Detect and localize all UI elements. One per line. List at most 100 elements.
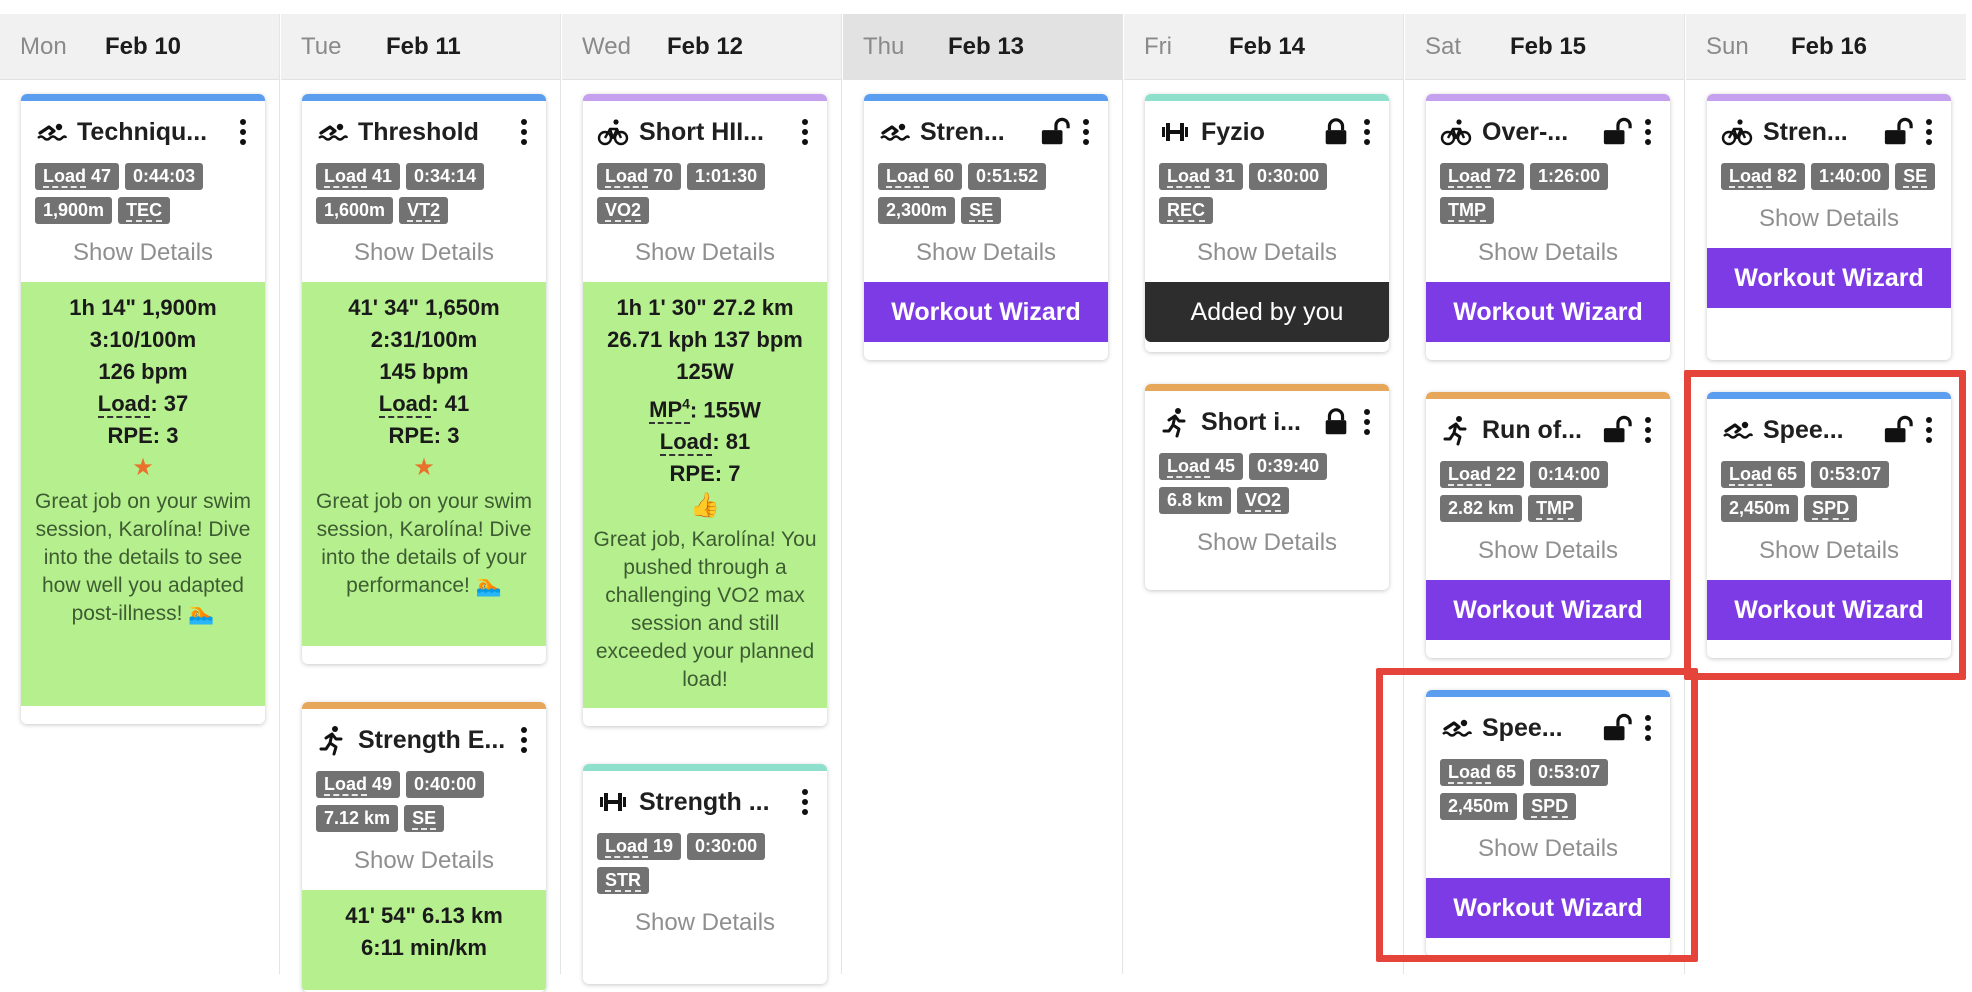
- more-options-icon[interactable]: [1357, 117, 1377, 147]
- day-date: Feb 10: [105, 32, 182, 60]
- completed-summary[interactable]: 1h 14" 1,900m 3:10/100m 126 bpm Load: 37…: [21, 282, 265, 706]
- workout-title[interactable]: Fyzio: [1201, 118, 1315, 147]
- more-options-icon[interactable]: [1638, 117, 1658, 147]
- workout-title[interactable]: Short HII...: [639, 118, 789, 147]
- lock-icon[interactable]: [1321, 117, 1351, 147]
- more-options-icon[interactable]: [233, 117, 253, 147]
- more-options-icon[interactable]: [1076, 117, 1096, 147]
- zone-tag: SE: [404, 805, 445, 832]
- day-of-week: Sun: [1706, 32, 1749, 60]
- workout-tags: Load 41 0:34:14 1,600m VT2: [302, 163, 546, 224]
- workout-card[interactable]: Threshold Load 41 0:34:14 1,600m VT2 Sho…: [302, 94, 546, 664]
- zone-tag: SE: [1895, 163, 1936, 190]
- duration-tag: 0:51:52: [968, 163, 1047, 190]
- workout-card[interactable]: Strength E... Load 49 0:40:00 7.12 km SE…: [302, 702, 546, 992]
- show-details-link[interactable]: Show Details: [1426, 820, 1670, 878]
- distance-tag: 2,450m: [1721, 495, 1799, 522]
- completed-summary[interactable]: 41' 34" 1,650m 2:31/100m 145 bpm Load: 4…: [302, 282, 546, 646]
- show-details-link[interactable]: Show Details: [302, 224, 546, 282]
- bike-icon: [597, 116, 629, 148]
- workout-card[interactable]: Spee... Load 65 0:53:07 2,450m SPD Show …: [1426, 690, 1670, 956]
- show-details-link[interactable]: Show Details: [302, 832, 546, 890]
- day-of-week: Wed: [582, 32, 631, 60]
- workout-card[interactable]: Strength ... Load 19 0:30:00 STR Show De…: [583, 764, 827, 984]
- show-details-link[interactable]: Show Details: [864, 224, 1108, 282]
- show-details-link[interactable]: Show Details: [583, 224, 827, 282]
- unlocked-icon[interactable]: [1883, 415, 1913, 445]
- more-options-icon[interactable]: [795, 117, 815, 147]
- show-details-link[interactable]: Show Details: [1707, 522, 1951, 580]
- workout-card[interactable]: Stren... Load 82 1:40:00 SE Show Details…: [1707, 94, 1951, 360]
- workout-wizard-button[interactable]: Workout Wizard: [864, 282, 1108, 342]
- day-date: Feb 15: [1510, 32, 1587, 60]
- zone-tag: REC: [1159, 197, 1214, 224]
- thumbs-up-icon: 👍: [690, 492, 720, 520]
- more-options-icon[interactable]: [514, 725, 534, 755]
- workout-wizard-button[interactable]: Workout Wizard: [1426, 878, 1670, 938]
- zone-tag: TEC: [118, 197, 171, 224]
- workout-title[interactable]: Strength ...: [639, 788, 789, 817]
- show-details-link[interactable]: Show Details: [21, 224, 265, 282]
- workout-tags: Load 72 1:26:00 TMP: [1426, 163, 1670, 224]
- workout-card[interactable]: Techniqu... Load 47 0:44:03 1,900m TEC S…: [21, 94, 265, 724]
- more-options-icon[interactable]: [514, 117, 534, 147]
- completed-summary[interactable]: 41' 54" 6.13 km 6:11 min/km: [302, 890, 546, 990]
- duration-tag: 0:40:00: [406, 771, 485, 798]
- workout-card[interactable]: Run of... Load 22 0:14:00 2.82 km TMP Sh…: [1426, 392, 1670, 658]
- workout-title[interactable]: Over-...: [1482, 118, 1596, 147]
- unlocked-icon[interactable]: [1602, 117, 1632, 147]
- show-details-link[interactable]: Show Details: [1145, 514, 1389, 572]
- show-details-link[interactable]: Show Details: [1707, 190, 1951, 248]
- lock-icon[interactable]: [1321, 407, 1351, 437]
- workout-card[interactable]: Short i... Load 45 0:39:40 6.8 km VO2 Sh…: [1145, 384, 1389, 590]
- workout-card[interactable]: Fyzio Load 31 0:30:00 REC Show Details A…: [1145, 94, 1389, 352]
- workout-title[interactable]: Run of...: [1482, 416, 1596, 445]
- show-details-link[interactable]: Show Details: [583, 894, 827, 952]
- more-options-icon[interactable]: [1638, 415, 1658, 445]
- workout-title[interactable]: Threshold: [358, 118, 508, 147]
- zone-tag: SPD: [1804, 495, 1858, 522]
- workout-card[interactable]: Stren... Load 60 0:51:52 2,300m SE Show …: [864, 94, 1108, 360]
- more-options-icon[interactable]: [1919, 415, 1939, 445]
- workout-wizard-button[interactable]: Workout Wizard: [1707, 248, 1951, 308]
- day-of-week: Tue: [301, 32, 342, 60]
- more-options-icon[interactable]: [1357, 407, 1377, 437]
- sport-color-bar: [583, 94, 827, 101]
- load-tag: Load 45: [1159, 453, 1244, 480]
- completed-power: 125W: [676, 359, 734, 384]
- more-options-icon[interactable]: [1638, 713, 1658, 743]
- completed-summary[interactable]: 1h 1' 30" 27.2 km 26.71 kph 137 bpm 125W…: [583, 282, 827, 708]
- day-header-today: Thu Feb 13: [843, 14, 1122, 80]
- workout-wizard-button[interactable]: Workout Wizard: [1426, 580, 1670, 640]
- workout-tags: Load 49 0:40:00 7.12 km SE: [302, 771, 546, 832]
- workout-title[interactable]: Stren...: [920, 118, 1034, 147]
- workout-title[interactable]: Spee...: [1763, 416, 1877, 445]
- distance-tag: 6.8 km: [1159, 487, 1232, 514]
- workout-card[interactable]: Short HII... Load 70 1:01:30 VO2 Show De…: [583, 94, 827, 726]
- show-details-link[interactable]: Show Details: [1426, 522, 1670, 580]
- show-details-link[interactable]: Show Details: [1426, 224, 1670, 282]
- workout-title[interactable]: Techniqu...: [77, 118, 227, 147]
- workout-tags: Load 82 1:40:00 SE: [1707, 163, 1951, 190]
- unlocked-icon[interactable]: [1602, 415, 1632, 445]
- workout-title[interactable]: Short i...: [1201, 408, 1315, 437]
- workout-title[interactable]: Spee...: [1482, 714, 1596, 743]
- unlocked-icon[interactable]: [1040, 117, 1070, 147]
- zone-tag: STR: [597, 867, 649, 894]
- more-options-icon[interactable]: [795, 787, 815, 817]
- bike-icon: [1440, 116, 1472, 148]
- coach-feedback: Great job, Karolína! You pushed through …: [593, 528, 817, 692]
- completed-rpe: RPE: 7: [669, 461, 741, 487]
- unlocked-icon[interactable]: [1883, 117, 1913, 147]
- workout-wizard-button[interactable]: Workout Wizard: [1707, 580, 1951, 640]
- workout-card[interactable]: Spee... Load 65 0:53:07 2,450m SPD Show …: [1707, 392, 1951, 658]
- duration-tag: 1:01:30: [687, 163, 766, 190]
- workout-tags: Load 65 0:53:07 2,450m SPD: [1426, 759, 1670, 820]
- workout-title[interactable]: Stren...: [1763, 118, 1877, 147]
- unlocked-icon[interactable]: [1602, 713, 1632, 743]
- workout-wizard-button[interactable]: Workout Wizard: [1426, 282, 1670, 342]
- show-details-link[interactable]: Show Details: [1145, 224, 1389, 282]
- workout-title[interactable]: Strength E...: [358, 726, 508, 755]
- more-options-icon[interactable]: [1919, 117, 1939, 147]
- workout-card[interactable]: Over-... Load 72 1:26:00 TMP Show Detail…: [1426, 94, 1670, 360]
